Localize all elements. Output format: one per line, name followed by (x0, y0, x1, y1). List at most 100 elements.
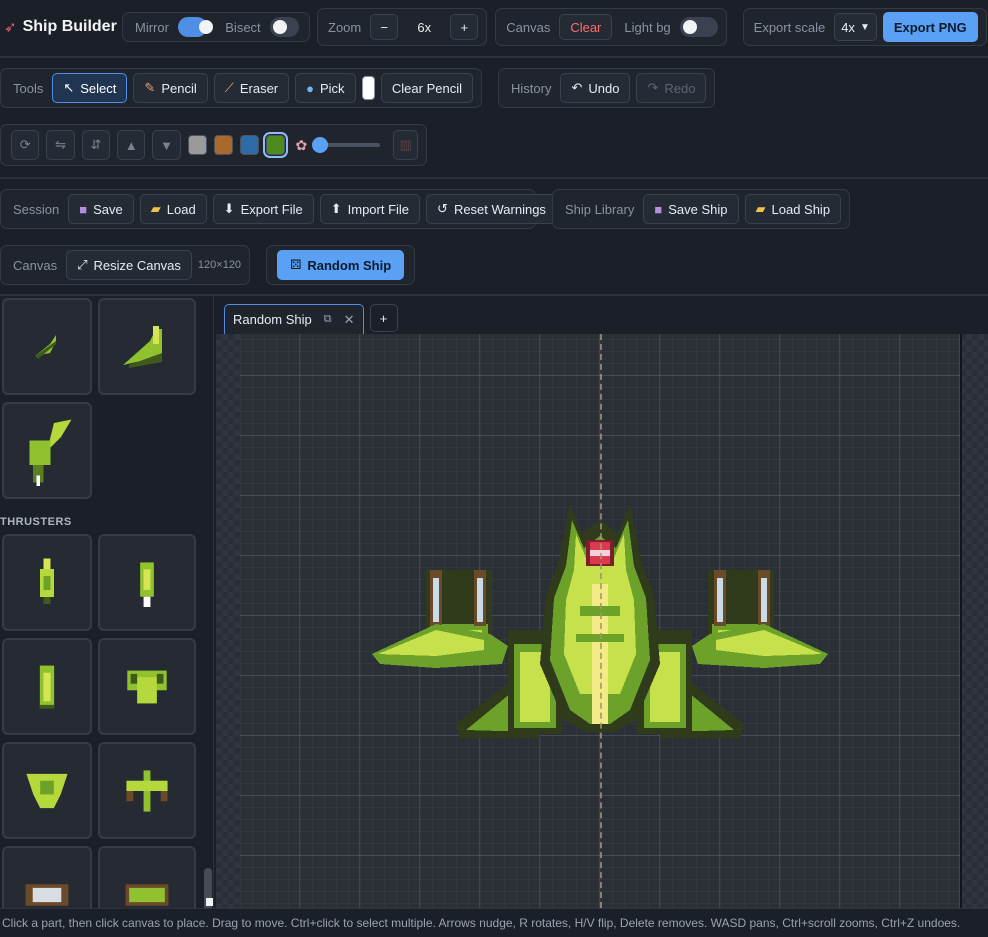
canvas-stage[interactable] (216, 334, 988, 908)
zoom-in-button[interactable]: + (450, 14, 479, 40)
part-wing-gun (123, 325, 162, 368)
floppy-icon: ■ (654, 201, 663, 217)
export-file-button[interactable]: ⬇ Export File (212, 194, 314, 224)
dropper-icon: ● (306, 80, 314, 96)
canvas-size-label: Canvas (13, 257, 58, 273)
resize-icon: ⤢ (77, 257, 88, 272)
hue-slider[interactable] (312, 137, 381, 153)
part-tile[interactable] (98, 534, 196, 631)
canvas-size-value: 120×120 (197, 259, 242, 271)
part-thruster-b (140, 561, 154, 607)
swatch-gray[interactable] (187, 135, 207, 155)
resize-canvas-button[interactable]: ⤢ Resize Canvas (66, 250, 192, 280)
part-tile[interactable] (2, 846, 92, 908)
flip-horizontal-icon[interactable]: ⇋ (46, 130, 75, 160)
pencil-tool-button[interactable]: ✎ Pencil (133, 73, 208, 103)
part-tile[interactable] (98, 846, 196, 908)
part-tile[interactable] (2, 534, 92, 631)
part-thruster-c (39, 665, 55, 708)
export-png-button[interactable]: Export PNG (882, 12, 978, 42)
random-group: ⚄ Random Ship (266, 245, 416, 285)
library-group: Ship Library ■ Save Ship ▰ Load Ship (552, 189, 851, 229)
save-button[interactable]: ■ Save (68, 194, 134, 224)
bisect-toggle[interactable] (269, 17, 299, 37)
part-tile[interactable] (2, 742, 92, 839)
save-label: Save (93, 201, 123, 217)
part-thruster-h (125, 883, 169, 906)
random-ship-button[interactable]: ⚄ Random Ship (277, 250, 405, 280)
tab-random-ship[interactable]: Random Ship ⧉ ✕ (224, 304, 364, 334)
redo-button[interactable]: ↷ Redo (636, 73, 707, 103)
clear-pencil-button[interactable]: Clear Pencil (380, 73, 473, 103)
clear-button[interactable]: Clear (559, 14, 613, 40)
mirror-axis-line (600, 334, 602, 908)
mirror-toggle-knob (198, 20, 213, 34)
part-thruster-e (26, 773, 68, 808)
zoom-value: 6x (417, 19, 432, 35)
pencil-color-swatch[interactable] (361, 76, 375, 100)
part-thruster-f (126, 769, 168, 812)
load-ship-label: Load Ship (771, 201, 831, 217)
toolbar-divider (0, 56, 988, 58)
resize-canvas-label: Resize Canvas (93, 257, 181, 273)
palette-icon[interactable]: ✿ (296, 137, 308, 154)
part-cannon-arm (29, 419, 72, 486)
transform-group: ⟳ ⇋ ⇵ ▲ ▼ ✿ ▥ (0, 124, 427, 166)
load-button[interactable]: ▰ Load (139, 194, 207, 224)
folder-icon: ▰ (755, 201, 766, 216)
eraser-icon: ⟋ (224, 80, 234, 95)
flip-vertical-icon[interactable]: ⇵ (81, 130, 111, 160)
load-ship-button[interactable]: ▰ Load Ship (744, 194, 842, 224)
ship-canvas[interactable] (240, 334, 960, 908)
tab-label: Random Ship (233, 312, 312, 327)
zoom-group: Zoom − 6x + (317, 8, 488, 46)
mirror-toggle[interactable] (177, 17, 213, 37)
light-bg-toggle[interactable] (679, 17, 718, 37)
dice-icon: ⚄ (290, 257, 302, 272)
save-ship-button[interactable]: ■ Save Ship (643, 194, 739, 224)
undo-label: Undo (588, 80, 620, 96)
swatch-green[interactable] (262, 132, 288, 158)
move-up-icon[interactable]: ▲ (117, 130, 146, 160)
part-tile[interactable] (2, 638, 92, 735)
duplicate-icon[interactable]: ⧉ (324, 313, 332, 326)
part-tile[interactable] (98, 742, 196, 839)
trash-icon[interactable]: ▥ (393, 130, 418, 160)
hue-slider-thumb[interactable] (312, 137, 329, 153)
move-down-icon[interactable]: ▼ (152, 130, 181, 160)
select-tool-button[interactable]: ↖ Select (52, 73, 128, 103)
save-ship-label: Save Ship (668, 201, 728, 217)
pencil-icon: ✎ (144, 80, 156, 95)
close-icon[interactable]: ✕ (344, 312, 355, 328)
floppy-icon: ■ (79, 201, 88, 217)
canvas-size-group: Canvas ⤢ Resize Canvas 120×120 (0, 245, 251, 285)
random-ship-label: Random Ship (307, 257, 392, 273)
rotate-icon[interactable]: ⟳ (11, 130, 40, 160)
swatch-blue[interactable] (239, 135, 259, 155)
session-group: Session ■ Save ▰ Load ⬇ Export File ⬆ Import… (0, 189, 557, 229)
folder-icon: ▰ (150, 201, 161, 216)
reset-warnings-button[interactable]: ↺ Reset Warnings (426, 194, 557, 224)
zoom-out-button[interactable]: − (370, 14, 399, 40)
export-scale-select[interactable]: 4x ▼ (834, 13, 877, 41)
tools-group: Tools ↖ Select ✎ Pencil ⟋ Eraser ● Pick Clea… (0, 68, 482, 108)
part-tile[interactable] (98, 638, 196, 735)
mirror-label: Mirror (135, 19, 169, 35)
import-file-button[interactable]: ⬆ Import File (319, 194, 421, 224)
redo-label: Redo (664, 80, 696, 96)
bisect-label: Bisect (225, 19, 261, 35)
part-tile[interactable] (2, 402, 92, 499)
pick-tool-button[interactable]: ● Pick (295, 73, 356, 103)
undo-button[interactable]: ↶ Undo (560, 73, 631, 103)
light-bg-label: Light bg (624, 19, 671, 35)
upload-icon: ⬆ (330, 201, 342, 216)
select-tool-label: Select (80, 80, 117, 96)
swatch-brown[interactable] (213, 135, 233, 155)
eraser-tool-label: Eraser (239, 80, 279, 96)
section-thrusters: THRUSTERS (0, 516, 72, 528)
add-tab-button[interactable]: + (369, 304, 398, 332)
part-tile[interactable] (98, 298, 196, 395)
eraser-tool-button[interactable]: ⟋ Eraser (213, 73, 290, 103)
part-tile[interactable] (2, 298, 92, 395)
export-group: Export scale 4x ▼ Export PNG (742, 8, 987, 46)
